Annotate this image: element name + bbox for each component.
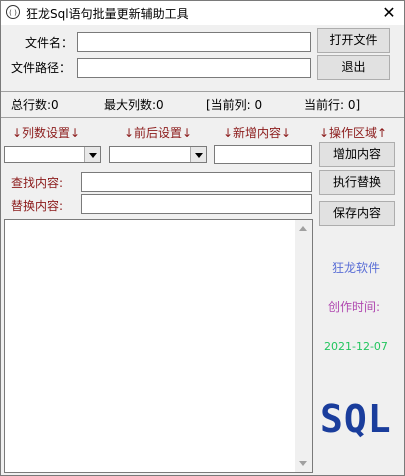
- memo-scrollbar[interactable]: [295, 220, 312, 472]
- add-content-button[interactable]: 增加内容: [319, 142, 395, 167]
- total-rows-text: 总行数:0: [11, 98, 59, 112]
- prefix-select[interactable]: [109, 146, 207, 163]
- divider-mid: [1, 117, 404, 118]
- current-row-text: 当前行: 0]: [304, 98, 361, 112]
- replace-label: 替换内容:: [11, 199, 64, 213]
- open-file-button-label: 打开文件: [329, 33, 378, 47]
- open-file-button[interactable]: 打开文件: [317, 28, 390, 53]
- replace-field[interactable]: [81, 194, 312, 214]
- file-path-field[interactable]: [77, 58, 311, 78]
- execute-replace-button-label: 执行替换: [332, 175, 381, 189]
- new-content-heading: ↓新增内容↓: [223, 126, 292, 140]
- brand-text: 狂龙软件: [332, 261, 381, 275]
- chevron-down-icon[interactable]: [84, 147, 100, 162]
- created-label: 创作时间:: [328, 300, 381, 314]
- exit-button[interactable]: 退出: [317, 55, 390, 80]
- window-title: 狂龙Sql语句批量更新辅助工具: [26, 7, 189, 21]
- find-field[interactable]: [81, 172, 312, 192]
- close-icon[interactable]: ✕: [379, 3, 399, 23]
- main-window: ( ) 狂龙Sql语句批量更新辅助工具 ✕ 文件名： 打开文件 文件路径： 退出…: [0, 0, 405, 476]
- col-setting-heading: ↓列数设置↓: [12, 126, 81, 140]
- save-content-button-label: 保存内容: [332, 206, 381, 220]
- chevron-down-icon[interactable]: [190, 147, 206, 162]
- max-cols-text: 最大列数:0: [104, 98, 164, 112]
- divider-top: [1, 91, 404, 92]
- execute-replace-button[interactable]: 执行替换: [319, 170, 395, 195]
- scroll-up-icon[interactable]: [295, 220, 312, 237]
- new-content-field[interactable]: [214, 145, 312, 164]
- app-icon: ( ): [6, 5, 20, 19]
- exit-button-label: 退出: [341, 60, 366, 74]
- col-select[interactable]: [4, 146, 101, 163]
- add-content-button-label: 增加内容: [332, 147, 381, 161]
- scroll-down-icon[interactable]: [295, 455, 312, 472]
- title-bar: ( ) 狂龙Sql语句批量更新辅助工具 ✕: [1, 1, 404, 25]
- file-name-field[interactable]: [77, 32, 311, 52]
- created-date: 2021-12-07: [324, 340, 388, 353]
- prefix-setting-heading: ↓前后设置↓: [124, 126, 193, 140]
- current-col-text: [当前列: 0: [206, 98, 263, 112]
- find-label: 查找内容:: [11, 176, 64, 190]
- sql-logo: SQL: [320, 397, 392, 441]
- save-content-button[interactable]: 保存内容: [319, 201, 395, 226]
- operation-area-heading: ↓操作区域↑: [319, 126, 388, 140]
- content-memo[interactable]: [4, 219, 313, 473]
- file-name-label: 文件名：: [25, 36, 74, 50]
- file-path-label: 文件路径：: [11, 61, 72, 75]
